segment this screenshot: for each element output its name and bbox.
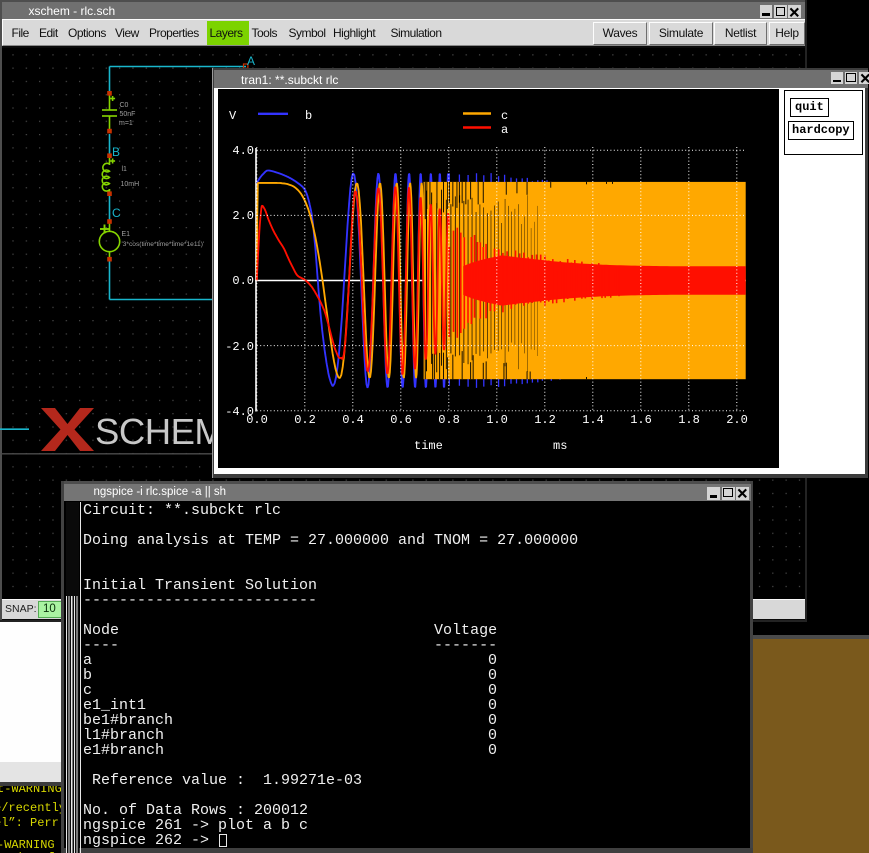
svg-text:0.0: 0.0: [232, 274, 254, 288]
svg-text:c: c: [501, 109, 508, 123]
svg-text:0.8: 0.8: [438, 413, 460, 427]
svg-text:4.0: 4.0: [232, 144, 254, 158]
svg-text:0.6: 0.6: [390, 413, 412, 427]
svg-text:-2.0: -2.0: [225, 340, 254, 354]
svg-text:a: a: [501, 123, 508, 137]
svg-text:0.2: 0.2: [294, 413, 316, 427]
svg-text:1.2: 1.2: [534, 413, 556, 427]
svg-text:1.8: 1.8: [678, 413, 700, 427]
svg-text:1.6: 1.6: [630, 413, 652, 427]
svg-text:2.0: 2.0: [232, 209, 254, 223]
svg-text:0.4: 0.4: [342, 413, 364, 427]
svg-text:time: time: [414, 439, 443, 453]
svg-text:-4.0: -4.0: [225, 405, 254, 419]
svg-text:1.4: 1.4: [582, 413, 604, 427]
svg-text:V: V: [229, 109, 237, 123]
svg-text:1.0: 1.0: [486, 413, 508, 427]
svg-text:b: b: [305, 109, 312, 123]
svg-text:ms: ms: [553, 439, 567, 453]
svg-text:2.0: 2.0: [726, 413, 748, 427]
